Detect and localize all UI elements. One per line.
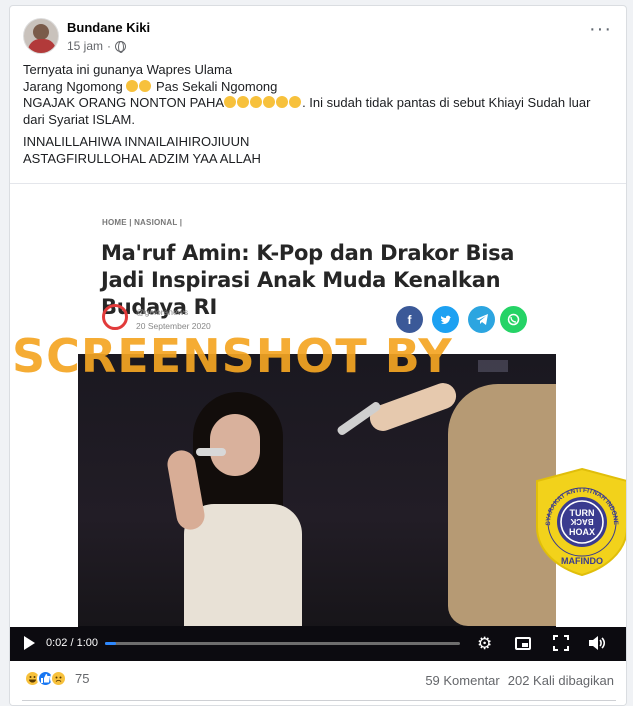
svg-text:MAFINDO: MAFINDO (561, 556, 603, 566)
svg-text:BACK: BACK (570, 517, 593, 526)
laughing-emoji-icon (237, 96, 250, 108)
comments-count-link[interactable]: 59 Komentar (425, 673, 499, 688)
post-text-line: Ternyata ini gunanya Wapres Ulama (23, 62, 233, 77)
source-logo-icon (102, 304, 128, 330)
post-stats: 59 Komentar 202 Kali dibagikan (425, 673, 614, 688)
reaction-count: 75 (75, 671, 90, 686)
shares-count-link[interactable]: 202 Kali dibagikan (508, 673, 614, 688)
post-text-line: INNALILLAHIWA INNAILAIHIROJIUUN (23, 134, 250, 149)
post-card: Bundane Kiki 15 jam · ··· Ternyata ini g… (9, 5, 627, 706)
svg-text:HOAX: HOAX (569, 527, 595, 537)
screenshot-watermark: SCREENSHOT BY (12, 329, 453, 383)
emoji-icon (139, 79, 152, 92)
video-progress-fill (105, 642, 116, 645)
laughing-emoji-icon (276, 96, 289, 108)
svg-text:TURN: TURN (570, 508, 595, 518)
volume-icon[interactable] (588, 635, 606, 656)
whatsapp-icon (500, 306, 527, 333)
picture-in-picture-icon[interactable] (515, 637, 531, 650)
author-name[interactable]: Bundane Kiki (67, 20, 150, 35)
video-frame[interactable] (78, 354, 556, 626)
laughing-emoji-icon (250, 96, 263, 108)
globe-icon (115, 40, 127, 53)
post-text-line: Jarang Ngomong Pas Sekali Ngomong (23, 78, 278, 94)
post-text-line: ASTAGFIRULLOHAL ADZIM YAA ALLAH (23, 150, 261, 166)
more-options-icon[interactable]: ··· (589, 19, 612, 39)
video-time: 0:02 / 1:00 (46, 637, 98, 649)
video-controls: 0:02 / 1:00 ⚙ (10, 627, 626, 661)
settings-gear-icon[interactable]: ⚙ (477, 634, 492, 654)
article-screenshot: HOME | NASIONAL | Ma'ruf Amin: K-Pop dan… (78, 184, 556, 662)
video-progress-bar[interactable] (105, 642, 460, 645)
article-breadcrumb: HOME | NASIONAL | (102, 218, 183, 227)
turnbackhoax-badge: MASYARAKAT ANTI FITNAH INDONESIA TURN BA… (530, 462, 626, 577)
post-header: Bundane Kiki 15 jam · ··· (23, 18, 614, 58)
play-icon[interactable] (24, 636, 35, 650)
telegram-icon (468, 306, 495, 333)
laughing-emoji-icon (289, 96, 302, 108)
avatar[interactable] (23, 18, 59, 54)
laughing-emoji-icon (263, 96, 276, 108)
fullscreen-icon[interactable] (553, 635, 569, 656)
reactions-summary[interactable]: 75 (24, 670, 89, 687)
laughing-emoji-icon (224, 96, 237, 108)
emoji-icon (126, 79, 139, 92)
video-player[interactable] (78, 354, 556, 660)
article-source: @geloranews (136, 307, 189, 317)
post-time[interactable]: 15 jam (67, 39, 103, 53)
post-media[interactable]: HOME | NASIONAL | Ma'ruf Amin: K-Pop dan… (10, 183, 626, 662)
post-text: Ternyata ini gunanya Wapres Ulama Jarang… (23, 62, 612, 167)
post-footer: 75 59 Komentar 202 Kali dibagikan (10, 662, 626, 705)
post-meta: 15 jam · (67, 39, 127, 53)
sad-reaction-icon (50, 670, 67, 687)
footer-divider (22, 700, 616, 701)
post-text-line: NGAJAK ORANG NONTON PAHA. Ini sudah tida… (23, 95, 591, 127)
